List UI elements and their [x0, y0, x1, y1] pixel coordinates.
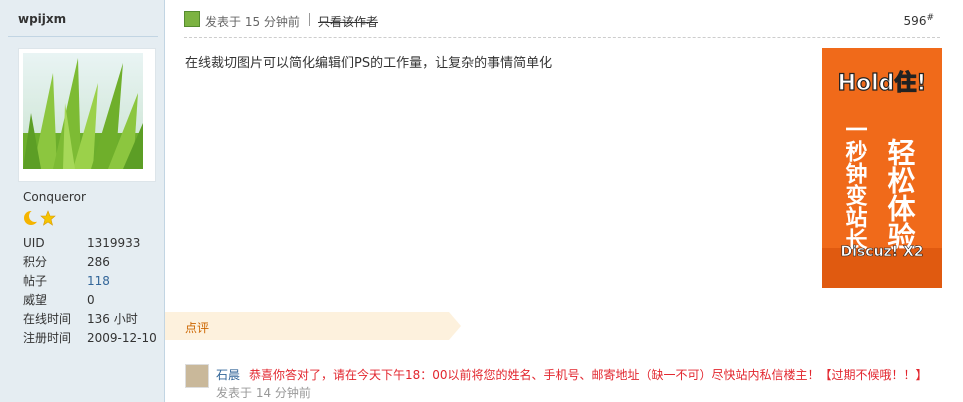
post-floor-number[interactable]: 596#	[904, 13, 934, 28]
stat-prestige: 威望 0	[23, 291, 157, 310]
stat-label: 注册时间	[23, 331, 72, 345]
ad-banner[interactable]: Hold住! 轻松体验 一秒钟变站长 Discuz! X2	[822, 48, 942, 288]
stat-uid: UID 1319933	[23, 234, 157, 253]
sidebar-divider	[8, 36, 158, 37]
post-time: 发表于 15 分钟前	[205, 15, 300, 29]
ad-brand: Discuz! X2	[841, 244, 924, 260]
comment-section-title: 点评	[185, 321, 210, 335]
stat-online-time: 在线时间 136 小时	[23, 310, 157, 329]
stat-value: 0	[87, 293, 95, 307]
floor-number: 596	[903, 14, 927, 28]
comment-time: 发表于 14 分钟前	[216, 386, 311, 400]
author-username[interactable]: wpijxm	[18, 12, 66, 26]
ad-line-left: 一秒钟变站长	[842, 118, 868, 251]
avatar-frame[interactable]	[18, 48, 156, 182]
floor-mark: #	[926, 13, 934, 23]
ad-line-right: 轻松体验	[884, 138, 917, 250]
stat-label: 帖子	[23, 274, 48, 288]
post-message: 在线裁切图片可以简化编辑们PS的工作量，让复杂的事情简单化	[185, 56, 553, 71]
posts-count-link[interactable]: 118	[87, 274, 110, 288]
online-status-icon	[184, 11, 200, 27]
stat-label: 威望	[23, 293, 48, 307]
stat-posts: 帖子 118	[23, 272, 157, 291]
stat-value: 2009-12-10	[87, 331, 157, 345]
commenter-avatar[interactable]	[185, 364, 209, 388]
avatar[interactable]	[23, 53, 143, 169]
stat-value: 286	[87, 255, 110, 269]
comment-text: 恭喜你答对了，请在今天下午18：00以前将您的姓名、手机号、邮寄地址（缺一不可）…	[249, 368, 928, 382]
moon-icon	[24, 210, 41, 225]
author-only-link[interactable]: 只看该作者	[318, 13, 378, 30]
stat-label: 在线时间	[23, 312, 72, 326]
stat-points: 积分 286	[23, 253, 157, 272]
header-divider	[309, 13, 310, 26]
comment-section-band	[165, 312, 461, 340]
author-stats: UID 1319933 积分 286 帖子 118 威望 0 在线时间 136 小时 注册…	[23, 234, 157, 348]
post-header: 发表于 15 分钟前 只看该作者 596#	[184, 10, 936, 30]
rank-title[interactable]: Conqueror	[23, 190, 86, 204]
commenter-name[interactable]: 石晨	[216, 366, 240, 383]
stat-value: 1319933	[87, 236, 141, 250]
rank-icons	[24, 210, 56, 226]
stat-label: 积分	[23, 255, 48, 269]
star-icon	[40, 210, 56, 226]
stat-register-date: 注册时间 2009-12-10	[23, 329, 157, 348]
header-dashed-divider	[184, 37, 940, 38]
stat-value: 136 小时	[87, 312, 138, 326]
stat-label: UID	[23, 236, 45, 250]
author-sidebar: wpijxm Conqueror UID 1319933 积分 286 帖子 1…	[0, 0, 165, 402]
ad-headline: Hold住!	[838, 70, 927, 96]
